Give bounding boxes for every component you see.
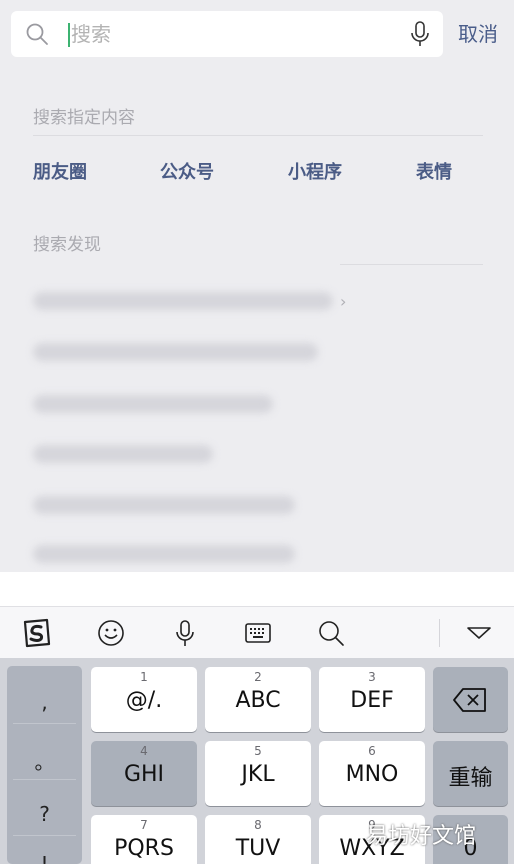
text-cursor bbox=[68, 23, 70, 47]
category-official-accounts[interactable]: 公众号 bbox=[160, 158, 214, 184]
punctuation-column[interactable]: , 。 ? ! bbox=[7, 666, 82, 864]
toolbar-divider bbox=[439, 619, 440, 647]
keyboard-search-icon[interactable] bbox=[316, 618, 346, 648]
key-2[interactable]: 2 ABC bbox=[205, 667, 311, 732]
key-letters: ABC bbox=[235, 688, 281, 713]
key-letters: DEF bbox=[350, 688, 394, 713]
keyboard-suggestion-area bbox=[0, 572, 514, 606]
key-number: 7 bbox=[140, 818, 148, 832]
punct-comma-key[interactable]: , bbox=[7, 690, 82, 714]
reenter-label: 重输 bbox=[448, 766, 493, 791]
reenter-key[interactable]: 重输 bbox=[433, 741, 508, 806]
key-6[interactable]: 6 MNO bbox=[319, 741, 425, 806]
discover-item-blurred[interactable] bbox=[33, 395, 273, 413]
key-3[interactable]: 3 DEF bbox=[319, 667, 425, 732]
search-icon bbox=[26, 23, 48, 45]
backspace-icon bbox=[453, 688, 486, 712]
hide-keyboard-icon[interactable] bbox=[464, 618, 494, 648]
backspace-key[interactable] bbox=[433, 667, 508, 732]
key-letters: PQRS bbox=[114, 836, 174, 861]
chevron-right-icon: › bbox=[340, 292, 347, 311]
watermark: 易坊好文馆 bbox=[366, 824, 477, 849]
punct-question-key[interactable]: ? bbox=[7, 802, 82, 826]
key-number: 1 bbox=[140, 670, 148, 684]
key-5[interactable]: 5 JKL bbox=[205, 741, 311, 806]
key-letters: TUV bbox=[235, 836, 281, 861]
key-number: 4 bbox=[140, 744, 148, 758]
category-moments[interactable]: 朋友圈 bbox=[33, 158, 87, 184]
divider bbox=[13, 779, 76, 780]
discover-section-title: 搜索发现 bbox=[33, 235, 101, 255]
search-input[interactable]: 搜索 bbox=[11, 11, 443, 57]
divider bbox=[13, 835, 76, 836]
key-number: 6 bbox=[368, 744, 376, 758]
key-4[interactable]: 4 GHI bbox=[91, 741, 197, 806]
punct-exclaim-key[interactable]: ! bbox=[7, 852, 82, 864]
specified-section-title: 搜索指定内容 bbox=[33, 108, 135, 128]
divider bbox=[13, 723, 76, 724]
punct-period-key[interactable]: 。 bbox=[7, 746, 82, 775]
discover-item-blurred[interactable] bbox=[33, 496, 295, 514]
divider bbox=[340, 264, 483, 265]
key-1[interactable]: 1 @/. bbox=[91, 667, 197, 732]
category-stickers[interactable]: 表情 bbox=[416, 158, 452, 184]
key-8[interactable]: 8 TUV bbox=[205, 815, 311, 864]
keyboard-icon[interactable] bbox=[243, 618, 273, 648]
cancel-button[interactable]: 取消 bbox=[458, 20, 498, 48]
search-placeholder: 搜索 bbox=[71, 22, 111, 46]
discover-item-blurred[interactable] bbox=[33, 292, 333, 310]
keyboard-toolbar bbox=[0, 606, 514, 658]
discover-item-blurred[interactable] bbox=[33, 343, 318, 361]
emoji-icon[interactable] bbox=[96, 618, 126, 648]
key-7[interactable]: 7 PQRS bbox=[91, 815, 197, 864]
key-letters: GHI bbox=[123, 762, 165, 787]
key-letters: MNO bbox=[345, 762, 399, 787]
sogou-logo-icon[interactable] bbox=[21, 618, 51, 648]
key-number: 8 bbox=[254, 818, 262, 832]
microphone-icon[interactable] bbox=[409, 21, 431, 47]
key-number: 2 bbox=[254, 670, 262, 684]
key-number: 5 bbox=[254, 744, 262, 758]
category-mini-programs[interactable]: 小程序 bbox=[288, 158, 342, 184]
discover-item-blurred[interactable] bbox=[33, 545, 295, 563]
voice-input-icon[interactable] bbox=[170, 618, 200, 648]
discover-item-blurred[interactable] bbox=[33, 445, 213, 463]
key-letters: JKL bbox=[241, 762, 275, 787]
key-number: 3 bbox=[368, 670, 376, 684]
divider bbox=[33, 135, 483, 136]
key-letters: @/. bbox=[125, 688, 163, 713]
search-bar: 搜索 取消 bbox=[0, 0, 514, 70]
category-row: 朋友圈 公众号 小程序 表情 bbox=[0, 158, 514, 188]
